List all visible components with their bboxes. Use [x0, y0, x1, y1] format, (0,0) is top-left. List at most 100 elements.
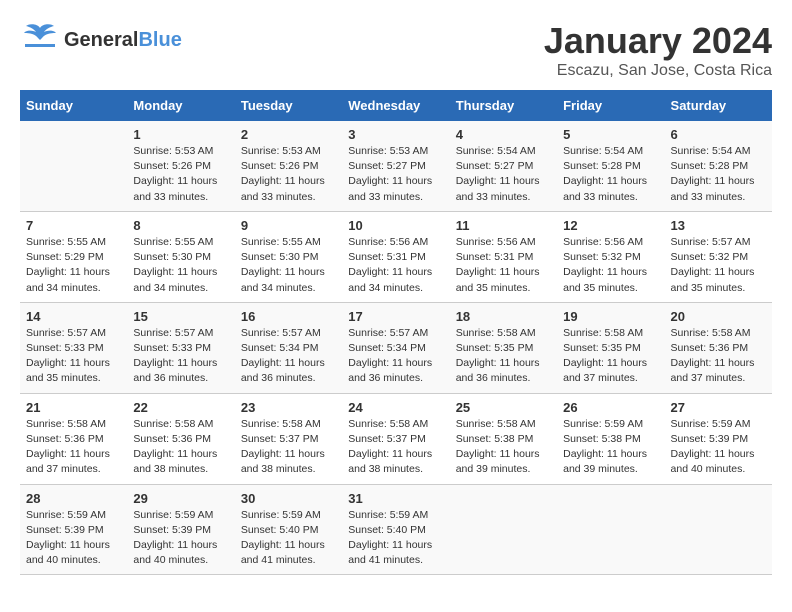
day-number: 17	[348, 309, 443, 324]
calendar-cell: 12 Sunrise: 5:56 AMSunset: 5:32 PMDayligh…	[557, 211, 664, 302]
calendar-week-3: 14 Sunrise: 5:57 AMSunset: 5:33 PMDayligh…	[20, 302, 772, 393]
weekday-header-monday: Monday	[127, 90, 234, 121]
day-info: Sunrise: 5:55 AMSunset: 5:30 PMDaylight:…	[133, 235, 228, 296]
day-info: Sunrise: 5:58 AMSunset: 5:36 PMDaylight:…	[133, 417, 228, 478]
day-info: Sunrise: 5:57 AMSunset: 5:34 PMDaylight:…	[241, 326, 336, 387]
calendar-cell: 25Sunrise: 5:58 AMSunset: 5:38 PMDayligh…	[450, 393, 557, 484]
calendar-week-4: 21 Sunrise: 5:58 AMSunset: 5:36 PMDayligh…	[20, 393, 772, 484]
calendar-cell: 24 Sunrise: 5:58 AMSunset: 5:37 PMDayligh…	[342, 393, 449, 484]
weekday-header-tuesday: Tuesday	[235, 90, 342, 121]
calendar-cell: 8 Sunrise: 5:55 AMSunset: 5:30 PMDaylight…	[127, 211, 234, 302]
day-info: Sunrise: 5:55 AMSunset: 5:29 PMDaylight:…	[26, 235, 121, 296]
logo: GeneralBlue	[20, 20, 182, 60]
weekday-header-friday: Friday	[557, 90, 664, 121]
day-info: Sunrise: 5:56 AMSunset: 5:32 PMDaylight:…	[563, 235, 658, 296]
logo-blue: Blue	[138, 29, 181, 51]
calendar-cell: 20Sunrise: 5:58 AMSunset: 5:36 PMDayligh…	[665, 302, 772, 393]
calendar-cell: 14 Sunrise: 5:57 AMSunset: 5:33 PMDayligh…	[20, 302, 127, 393]
day-number: 16	[241, 309, 336, 324]
day-info: Sunrise: 5:59 AMSunset: 5:40 PMDaylight:…	[348, 508, 443, 569]
day-number: 27	[671, 400, 766, 415]
day-info: Sunrise: 5:59 AMSunset: 5:40 PMDaylight:…	[241, 508, 336, 569]
day-number: 31	[348, 491, 443, 506]
calendar-cell: 31 Sunrise: 5:59 AMSunset: 5:40 PMDayligh…	[342, 484, 449, 575]
day-number: 30	[241, 491, 336, 506]
calendar-cell: 30 Sunrise: 5:59 AMSunset: 5:40 PMDayligh…	[235, 484, 342, 575]
day-number: 4	[456, 127, 551, 142]
day-info: Sunrise: 5:53 AMSunset: 5:26 PMDaylight:…	[133, 144, 228, 205]
day-number: 28	[26, 491, 121, 506]
day-number: 9	[241, 218, 336, 233]
day-info: Sunrise: 5:57 AMSunset: 5:32 PMDaylight:…	[671, 235, 766, 296]
subtitle: Escazu, San Jose, Costa Rica	[544, 62, 772, 80]
calendar-week-2: 7 Sunrise: 5:55 AMSunset: 5:29 PMDaylight…	[20, 211, 772, 302]
day-info: Sunrise: 5:58 AMSunset: 5:35 PMDaylight:…	[456, 326, 551, 387]
calendar-cell: 1 Sunrise: 5:53 AMSunset: 5:26 PMDaylight…	[127, 121, 234, 211]
weekday-header-thursday: Thursday	[450, 90, 557, 121]
calendar-cell: 15 Sunrise: 5:57 AMSunset: 5:33 PMDayligh…	[127, 302, 234, 393]
day-info: Sunrise: 5:59 AMSunset: 5:38 PMDaylight:…	[563, 417, 658, 478]
day-info: Sunrise: 5:54 AMSunset: 5:28 PMDaylight:…	[671, 144, 766, 205]
logo-general: General	[64, 29, 138, 51]
calendar-cell: 3Sunrise: 5:53 AMSunset: 5:27 PMDaylight…	[342, 121, 449, 211]
day-number: 20	[671, 309, 766, 324]
calendar-week-1: 1 Sunrise: 5:53 AMSunset: 5:26 PMDaylight…	[20, 121, 772, 211]
day-info: Sunrise: 5:53 AMSunset: 5:27 PMDaylight:…	[348, 144, 443, 205]
day-number: 10	[348, 218, 443, 233]
calendar-cell: 21 Sunrise: 5:58 AMSunset: 5:36 PMDayligh…	[20, 393, 127, 484]
calendar-cell: 10 Sunrise: 5:56 AMSunset: 5:31 PMDayligh…	[342, 211, 449, 302]
day-info: Sunrise: 5:58 AMSunset: 5:35 PMDaylight:…	[563, 326, 658, 387]
day-info: Sunrise: 5:58 AMSunset: 5:36 PMDaylight:…	[26, 417, 121, 478]
day-number: 13	[671, 218, 766, 233]
calendar-cell: 17Sunrise: 5:57 AMSunset: 5:34 PMDayligh…	[342, 302, 449, 393]
calendar-cell: 23Sunrise: 5:58 AMSunset: 5:37 PMDayligh…	[235, 393, 342, 484]
calendar-cell: 6 Sunrise: 5:54 AMSunset: 5:28 PMDaylight…	[665, 121, 772, 211]
day-number: 5	[563, 127, 658, 142]
day-info: Sunrise: 5:59 AMSunset: 5:39 PMDaylight:…	[133, 508, 228, 569]
day-number: 11	[456, 218, 551, 233]
day-number: 2	[241, 127, 336, 142]
calendar-cell: 7 Sunrise: 5:55 AMSunset: 5:29 PMDaylight…	[20, 211, 127, 302]
day-info: Sunrise: 5:56 AMSunset: 5:31 PMDaylight:…	[456, 235, 551, 296]
day-info: Sunrise: 5:56 AMSunset: 5:31 PMDaylight:…	[348, 235, 443, 296]
weekday-header-wednesday: Wednesday	[342, 90, 449, 121]
day-number: 22	[133, 400, 228, 415]
header: GeneralBlue January 2024 Escazu, San Jos…	[20, 20, 772, 80]
calendar-cell	[557, 484, 664, 575]
day-info: Sunrise: 5:55 AMSunset: 5:30 PMDaylight:…	[241, 235, 336, 296]
day-number: 15	[133, 309, 228, 324]
calendar-cell: 4 Sunrise: 5:54 AMSunset: 5:27 PMDaylight…	[450, 121, 557, 211]
day-number: 23	[241, 400, 336, 415]
day-number: 14	[26, 309, 121, 324]
calendar-table: SundayMondayTuesdayWednesdayThursdayFrid…	[20, 90, 772, 575]
day-info: Sunrise: 5:57 AMSunset: 5:33 PMDaylight:…	[26, 326, 121, 387]
day-info: Sunrise: 5:59 AMSunset: 5:39 PMDaylight:…	[671, 417, 766, 478]
day-info: Sunrise: 5:59 AMSunset: 5:39 PMDaylight:…	[26, 508, 121, 569]
calendar-cell: 27 Sunrise: 5:59 AMSunset: 5:39 PMDayligh…	[665, 393, 772, 484]
calendar-cell: 22 Sunrise: 5:58 AMSunset: 5:36 PMDayligh…	[127, 393, 234, 484]
calendar-cell: 18Sunrise: 5:58 AMSunset: 5:35 PMDayligh…	[450, 302, 557, 393]
day-number: 8	[133, 218, 228, 233]
day-number: 12	[563, 218, 658, 233]
calendar-cell: 11 Sunrise: 5:56 AMSunset: 5:31 PMDayligh…	[450, 211, 557, 302]
day-info: Sunrise: 5:58 AMSunset: 5:38 PMDaylight:…	[456, 417, 551, 478]
day-number: 7	[26, 218, 121, 233]
day-info: Sunrise: 5:54 AMSunset: 5:27 PMDaylight:…	[456, 144, 551, 205]
calendar-cell: 9 Sunrise: 5:55 AMSunset: 5:30 PMDaylight…	[235, 211, 342, 302]
weekday-header-row: SundayMondayTuesdayWednesdayThursdayFrid…	[20, 90, 772, 121]
day-info: Sunrise: 5:58 AMSunset: 5:37 PMDaylight:…	[348, 417, 443, 478]
calendar-cell: 26Sunrise: 5:59 AMSunset: 5:38 PMDayligh…	[557, 393, 664, 484]
calendar-cell: 13 Sunrise: 5:57 AMSunset: 5:32 PMDayligh…	[665, 211, 772, 302]
calendar-cell	[450, 484, 557, 575]
day-number: 6	[671, 127, 766, 142]
day-number: 1	[133, 127, 228, 142]
day-number: 24	[348, 400, 443, 415]
day-info: Sunrise: 5:57 AMSunset: 5:33 PMDaylight:…	[133, 326, 228, 387]
calendar-cell	[20, 121, 127, 211]
calendar-cell: 5Sunrise: 5:54 AMSunset: 5:28 PMDaylight…	[557, 121, 664, 211]
day-number: 21	[26, 400, 121, 415]
weekday-header-saturday: Saturday	[665, 90, 772, 121]
calendar-cell: 16 Sunrise: 5:57 AMSunset: 5:34 PMDayligh…	[235, 302, 342, 393]
calendar-cell: 2Sunrise: 5:53 AMSunset: 5:26 PMDaylight…	[235, 121, 342, 211]
calendar-cell: 19Sunrise: 5:58 AMSunset: 5:35 PMDayligh…	[557, 302, 664, 393]
